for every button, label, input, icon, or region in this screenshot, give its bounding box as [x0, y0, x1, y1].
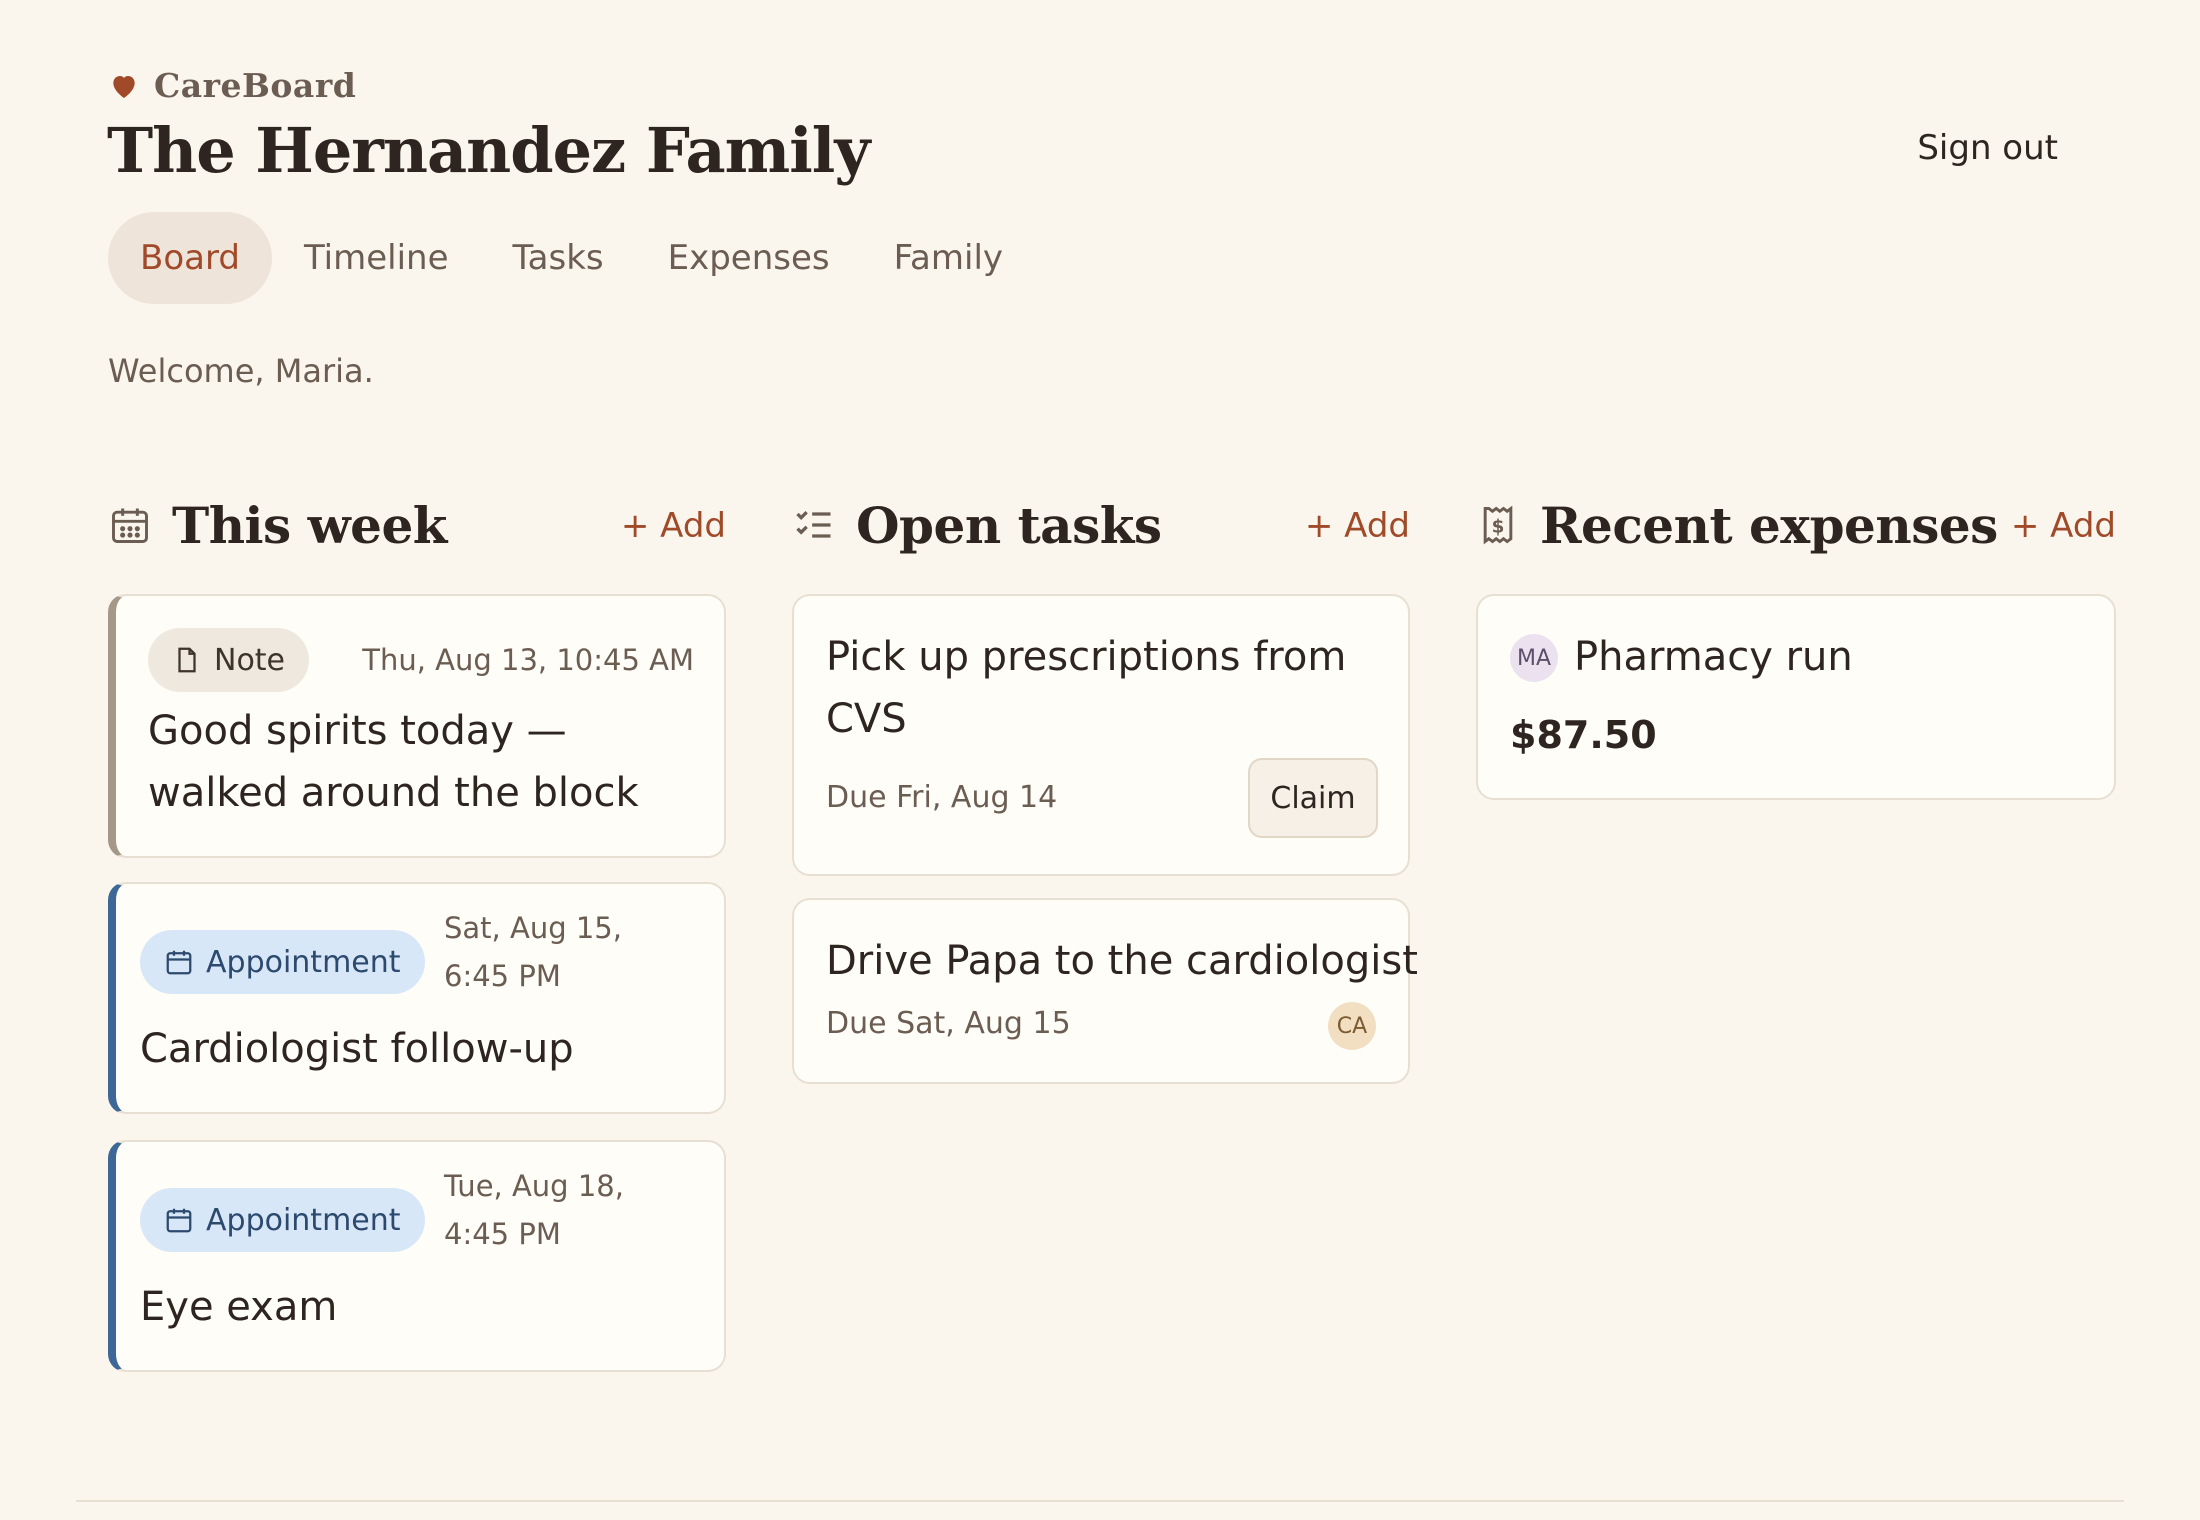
- claim-button[interactable]: Claim: [1248, 758, 1378, 838]
- welcome-message: Welcome, Maria.: [108, 352, 374, 390]
- tab-tasks[interactable]: Tasks: [481, 212, 636, 304]
- this-week-title: This week: [172, 495, 447, 555]
- footer-divider: [76, 1500, 2124, 1502]
- note-text: Good spirits today — walked around the b…: [148, 708, 639, 816]
- appointment-badge: Appointment: [140, 1188, 425, 1252]
- this-week-column: This week + Add Note Thu, Aug 13, 10:45 …: [108, 490, 726, 1372]
- appointment-badge-label: Appointment: [206, 1202, 401, 1238]
- brand: CareBoard: [108, 66, 356, 105]
- appointment-timestamp: Tue, Aug 18, 4:45 PM: [444, 1169, 624, 1251]
- note-timestamp: Thu, Aug 13, 10:45 AM: [362, 643, 694, 677]
- task-due-date: Due Fri, Aug 14: [826, 780, 1058, 815]
- careboard-page: CareBoard The Hernandez Family Sign out …: [0, 0, 2200, 1520]
- tab-family[interactable]: Family: [862, 212, 1035, 304]
- expense-card[interactable]: MA Pharmacy run $87.50: [1476, 594, 2116, 800]
- add-task-button[interactable]: + Add: [1305, 506, 1410, 546]
- recent-expenses-title: Recent expenses: [1540, 495, 1998, 555]
- tab-board[interactable]: Board: [108, 212, 272, 304]
- calendar-icon: [112, 508, 148, 543]
- appointment-title: Cardiologist follow-up: [140, 1026, 574, 1072]
- page-title: The Hernandez Family: [107, 114, 870, 187]
- open-tasks-column: Open tasks + Add Pick up prescriptions f…: [792, 490, 1418, 1084]
- document-icon: [178, 647, 196, 673]
- expense-amount: $87.50: [1510, 713, 1657, 757]
- appointment-timestamp: Sat, Aug 15, 6:45 PM: [444, 911, 622, 993]
- tab-timeline[interactable]: Timeline: [272, 212, 481, 304]
- task-card[interactable]: Drive Papa to the cardiologist Due Sat, …: [792, 898, 1418, 1084]
- recent-expenses-column: $ Recent expenses + Add MA Pharmacy run …: [1476, 490, 2116, 800]
- calendar-icon: [166, 1208, 192, 1233]
- add-expense-button[interactable]: + Add: [2011, 506, 2116, 546]
- brand-name: CareBoard: [154, 66, 357, 105]
- appointment-badge-label: Appointment: [206, 944, 401, 980]
- sign-out-button[interactable]: Sign out: [1917, 128, 2058, 168]
- checklist-icon: [796, 510, 831, 538]
- appointment-title: Eye exam: [140, 1284, 338, 1330]
- task-title: Drive Papa to the cardiologist: [826, 938, 1418, 984]
- expense-title: Pharmacy run: [1574, 634, 1853, 680]
- tab-expenses[interactable]: Expenses: [636, 212, 862, 304]
- payer-avatar: MA: [1510, 634, 1558, 682]
- open-tasks-header: Open tasks + Add: [792, 490, 1410, 560]
- receipt-icon: $: [1483, 505, 1513, 545]
- svg-text:$: $: [1492, 516, 1505, 537]
- add-event-button[interactable]: + Add: [621, 506, 726, 546]
- appointment-card[interactable]: Appointment Sat, Aug 15, 6:45 PM Cardiol…: [108, 882, 726, 1114]
- appointment-badge: Appointment: [140, 930, 425, 994]
- task-card[interactable]: Pick up prescriptions from CVS Due Fri, …: [792, 594, 1410, 876]
- note-card[interactable]: Note Thu, Aug 13, 10:45 AM Good spirits …: [108, 594, 726, 858]
- assignee-avatar: CA: [1328, 1002, 1376, 1050]
- task-due-date: Due Sat, Aug 15: [826, 1006, 1071, 1041]
- appointment-card[interactable]: Appointment Tue, Aug 18, 4:45 PM Eye exa…: [108, 1140, 726, 1372]
- open-tasks-title: Open tasks: [856, 495, 1162, 555]
- recent-expenses-header: $ Recent expenses + Add: [1476, 490, 2116, 560]
- main-nav: Board Timeline Tasks Expenses Family: [108, 212, 1035, 304]
- note-badge-label: Note: [214, 642, 286, 678]
- this-week-header: This week + Add: [108, 490, 726, 560]
- calendar-icon: [166, 950, 192, 975]
- note-badge: Note: [148, 628, 310, 692]
- heart-icon: [113, 75, 135, 98]
- task-title: Pick up prescriptions from CVS: [826, 634, 1347, 742]
